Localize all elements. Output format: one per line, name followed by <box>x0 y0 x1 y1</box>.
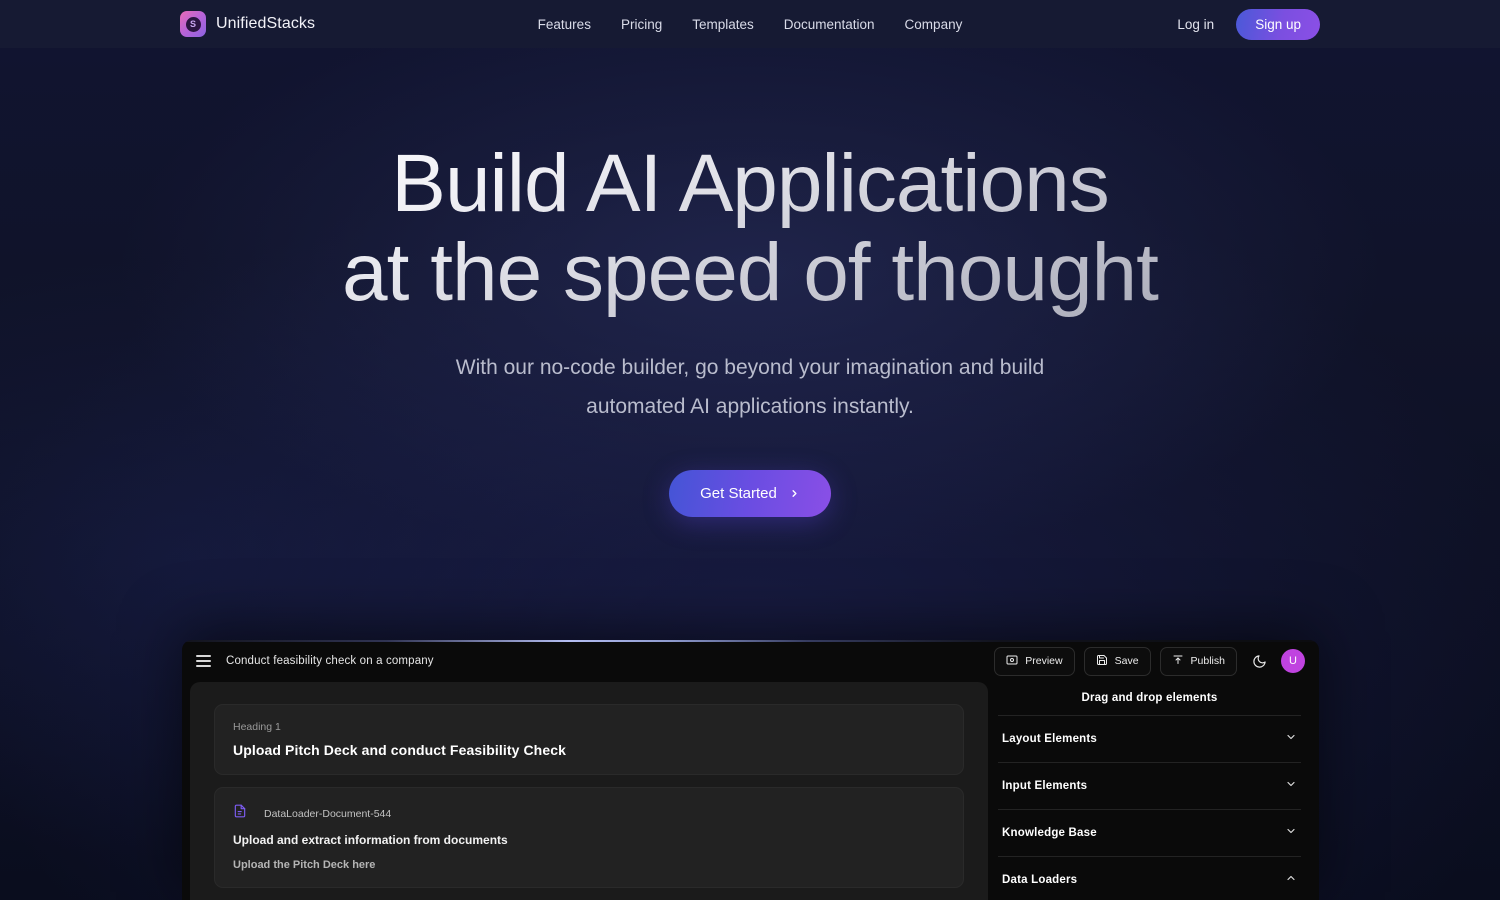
subtitle-line-2: automated AI applications instantly. <box>586 394 914 418</box>
get-started-button[interactable]: Get Started <box>669 469 831 517</box>
top-navbar: S UnifiedStacks Features Pricing Templat… <box>0 0 1500 48</box>
panel-section-label: Input Elements <box>1002 780 1088 792</box>
nav-item-company[interactable]: Company <box>905 17 963 32</box>
app-body: Heading 1 Upload Pitch Deck and conduct … <box>182 682 1319 900</box>
save-disk-icon <box>1096 654 1108 669</box>
hamburger-menu-icon[interactable] <box>190 648 216 674</box>
preview-label: Preview <box>1025 655 1063 667</box>
save-label: Save <box>1114 655 1139 667</box>
publish-upload-icon <box>1172 654 1184 669</box>
app-top-highlight <box>182 640 1319 642</box>
panel-section-data-loaders[interactable]: Data Loaders <box>998 856 1301 900</box>
dataloader-hint: Upload the Pitch Deck here <box>233 859 376 871</box>
get-started-label: Get Started <box>700 484 777 502</box>
heading-block-label: Heading 1 <box>233 721 281 733</box>
avatar[interactable]: U <box>1281 649 1305 673</box>
chevron-down-icon <box>1285 730 1297 748</box>
heading-block-title: Upload Pitch Deck and conduct Feasibilit… <box>233 742 566 758</box>
panel-section-knowledge-base[interactable]: Knowledge Base <box>998 809 1301 856</box>
headline-line-1: Build AI Applications <box>391 138 1109 229</box>
nav-actions: Log in Sign up <box>1177 8 1320 40</box>
app-toolbar: Preview Save Publish U <box>994 646 1305 676</box>
nav-item-features[interactable]: Features <box>538 17 591 32</box>
moon-icon[interactable] <box>1246 648 1272 674</box>
nav-item-pricing[interactable]: Pricing <box>621 17 662 32</box>
dataloader-block[interactable]: DataLoader-Document-544 Upload and extra… <box>214 787 964 888</box>
subtitle-line-1: With our no-code builder, go beyond your… <box>455 356 1045 380</box>
chevron-up-icon <box>1285 871 1297 889</box>
heading-block[interactable]: Heading 1 Upload Pitch Deck and conduct … <box>214 704 964 775</box>
dataloader-header: DataLoader-Document-544 <box>233 804 945 823</box>
unified-stacks-logo-icon: S <box>180 11 206 37</box>
chevron-down-icon <box>1285 777 1297 795</box>
hero-section: Build AI Applications at the speed of th… <box>0 48 1500 517</box>
panel-section-input-elements[interactable]: Input Elements <box>998 762 1301 809</box>
chevron-right-icon <box>789 488 800 499</box>
signup-button[interactable]: Sign up <box>1236 8 1320 40</box>
hero-subtitle: With our no-code builder, go beyond your… <box>0 349 1500 426</box>
preview-button[interactable]: Preview <box>994 646 1075 676</box>
panel-section-layout-elements[interactable]: Layout Elements <box>998 715 1301 762</box>
panel-title: Drag and drop elements <box>1081 692 1218 704</box>
app-canvas: Heading 1 Upload Pitch Deck and conduct … <box>190 682 988 900</box>
app-header-bar: Conduct feasibility check on a company P… <box>182 640 1319 682</box>
dataloader-description: Upload and extract information from docu… <box>233 833 508 847</box>
nav-links: Features Pricing Templates Documentation… <box>538 17 963 32</box>
elements-panel: Drag and drop elements Layout Elements I… <box>988 682 1311 900</box>
document-file-icon <box>233 804 247 823</box>
brand-logo-group[interactable]: S UnifiedStacks <box>180 11 315 37</box>
publish-button[interactable]: Publish <box>1159 646 1237 676</box>
headline-line-2: at the speed of thought <box>342 226 1158 318</box>
publish-label: Publish <box>1190 655 1225 667</box>
eye-preview-icon <box>1006 654 1018 669</box>
page-title: Build AI Applications at the speed of th… <box>0 140 1500 317</box>
logo-glyph: S <box>185 16 201 32</box>
chevron-down-icon <box>1285 824 1297 842</box>
login-link[interactable]: Log in <box>1177 17 1214 32</box>
panel-section-label: Knowledge Base <box>1002 827 1097 839</box>
nav-item-templates[interactable]: Templates <box>692 17 754 32</box>
app-document-title: Conduct feasibility check on a company <box>226 655 434 667</box>
panel-section-label: Data Loaders <box>1002 874 1078 886</box>
cta-container: Get Started <box>0 469 1500 517</box>
app-mockup: Conduct feasibility check on a company P… <box>182 640 1319 900</box>
nav-item-documentation[interactable]: Documentation <box>784 17 875 32</box>
panel-section-label: Layout Elements <box>1002 733 1098 745</box>
save-button[interactable]: Save <box>1083 646 1151 676</box>
brand-name: UnifiedStacks <box>216 15 316 32</box>
dataloader-name: DataLoader-Document-544 <box>264 807 392 820</box>
